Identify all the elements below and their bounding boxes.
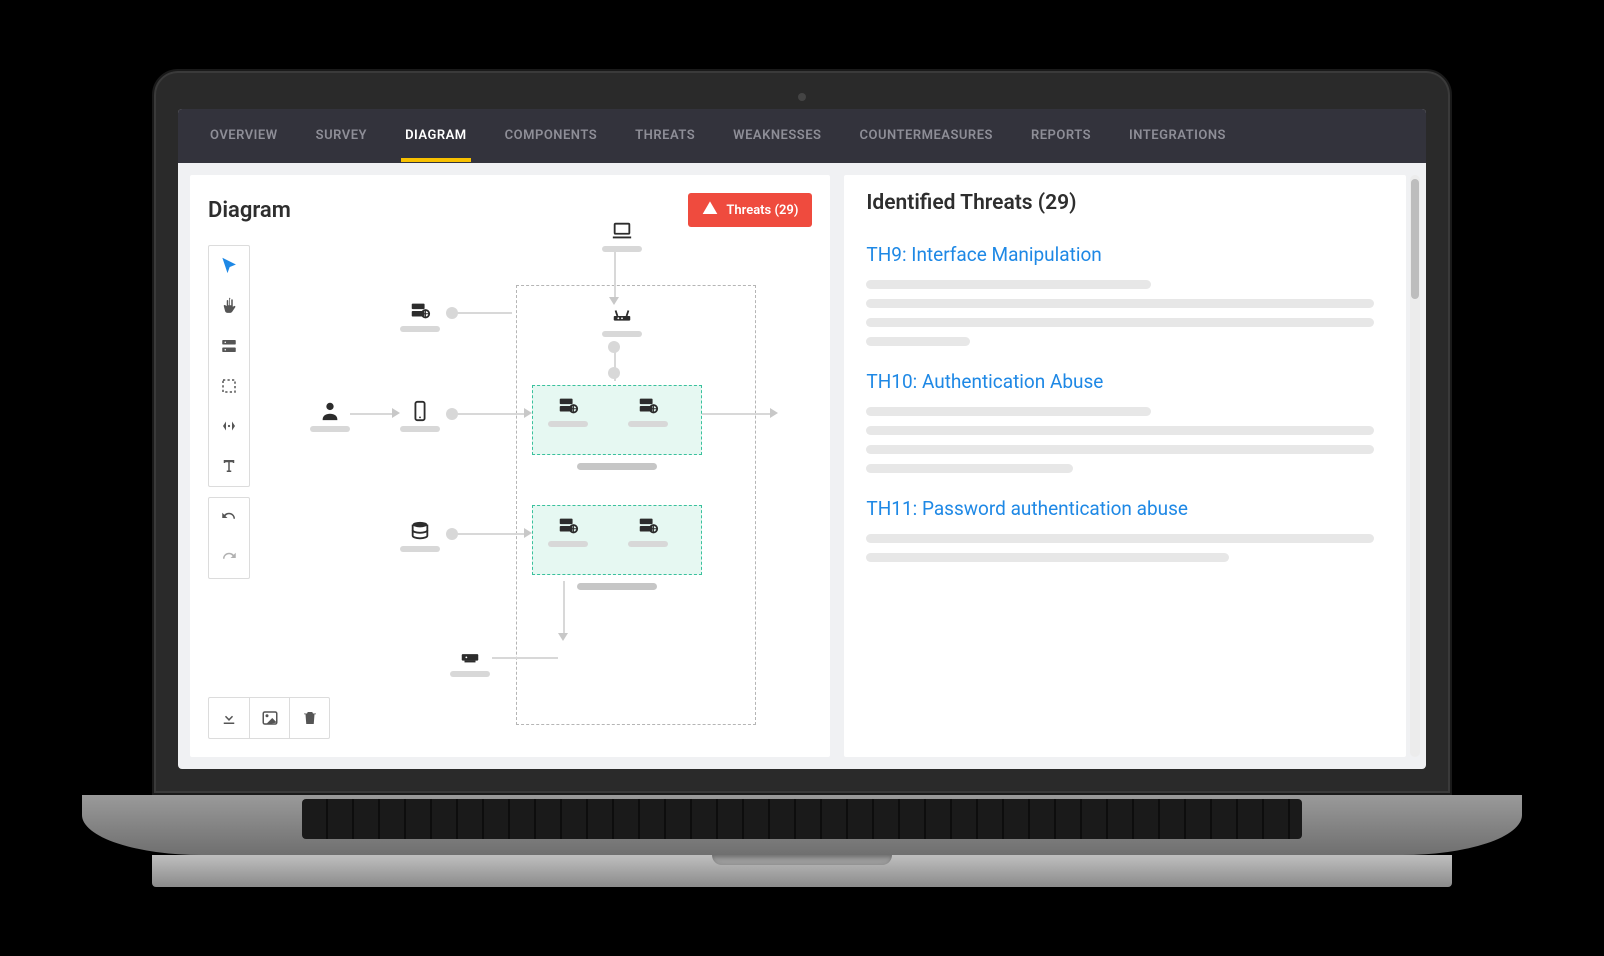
laptop-frame: OVERVIEW SURVEY DIAGRAM COMPONENTS THREA… — [152, 69, 1452, 887]
arrow-icon — [524, 528, 532, 538]
node-router[interactable] — [602, 305, 642, 337]
connector — [492, 657, 558, 659]
node-database[interactable] — [400, 520, 440, 552]
download-button[interactable] — [209, 698, 249, 738]
camera-dot — [798, 93, 806, 101]
trackpad-notch — [712, 855, 892, 865]
tab-diagram[interactable]: DIAGRAM — [401, 110, 471, 162]
canvas-actions — [208, 697, 330, 739]
threat-desc-line — [866, 464, 1073, 473]
threat-link[interactable]: TH10: Authentication Abuse — [866, 370, 1384, 393]
tool-group-history — [208, 497, 250, 579]
node-mobile[interactable] — [400, 400, 440, 432]
arrow-icon — [770, 408, 778, 418]
threats-panel: Identified Threats (29) TH9: Interface M… — [844, 175, 1406, 757]
threats-panel-title: Identified Threats (29) — [866, 191, 1384, 215]
undo-tool[interactable] — [209, 498, 249, 538]
threat-desc-line — [866, 426, 1373, 435]
diagram-canvas[interactable] — [270, 245, 812, 687]
delete-button[interactable] — [289, 698, 329, 738]
connector — [350, 413, 394, 415]
content-row: Diagram Threats (29) — [178, 163, 1426, 769]
scrollbar-thumb[interactable] — [1411, 179, 1419, 299]
toolbox — [208, 245, 250, 579]
component-tool[interactable] — [209, 326, 249, 366]
pointer-tool[interactable] — [209, 246, 249, 286]
connector — [563, 581, 565, 635]
tool-group-main — [208, 245, 250, 487]
screen-bezel: OVERVIEW SURVEY DIAGRAM COMPONENTS THREA… — [152, 69, 1452, 795]
node-webserver-b2[interactable] — [628, 515, 668, 547]
connector — [614, 251, 616, 299]
tab-reports[interactable]: REPORTS — [1027, 110, 1095, 162]
diagram-title: Diagram — [208, 198, 291, 223]
threat-link[interactable]: TH9: Interface Manipulation — [866, 243, 1384, 266]
threats-button-label: Threats (29) — [726, 203, 798, 218]
threat-item: TH11: Password authentication abuse — [866, 497, 1384, 562]
node-storage[interactable] — [450, 645, 490, 677]
threat-desc-line — [866, 407, 1151, 416]
app-screen: OVERVIEW SURVEY DIAGRAM COMPONENTS THREA… — [178, 109, 1426, 769]
tab-components[interactable]: COMPONENTS — [501, 110, 602, 162]
threat-link[interactable]: TH11: Password authentication abuse — [866, 497, 1384, 520]
laptop-base — [152, 855, 1452, 887]
connector — [456, 533, 526, 535]
threat-desc-line — [866, 445, 1373, 454]
tab-survey[interactable]: SURVEY — [312, 110, 371, 162]
arrow-icon — [524, 408, 532, 418]
threat-desc-line — [866, 534, 1373, 543]
threat-desc-line — [866, 337, 970, 346]
arrow-icon — [609, 297, 619, 305]
zone-b-label — [577, 583, 657, 590]
marquee-tool[interactable] — [209, 366, 249, 406]
expand-tool[interactable] — [209, 406, 249, 446]
tab-countermeasures[interactable]: COUNTERMEASURES — [855, 110, 996, 162]
top-nav: OVERVIEW SURVEY DIAGRAM COMPONENTS THREA… — [178, 109, 1426, 163]
connector — [456, 413, 526, 415]
threat-desc-line — [866, 280, 1151, 289]
tab-weaknesses[interactable]: WEAKNESSES — [729, 110, 825, 162]
threats-button[interactable]: Threats (29) — [688, 193, 812, 227]
redo-tool[interactable] — [209, 538, 249, 578]
right-wrap: Identified Threats (29) TH9: Interface M… — [844, 175, 1420, 757]
image-button[interactable] — [249, 698, 289, 738]
tab-overview[interactable]: OVERVIEW — [206, 110, 282, 162]
connector-dot — [608, 367, 620, 379]
threat-item: TH10: Authentication Abuse — [866, 370, 1384, 473]
node-laptop[interactable] — [602, 220, 642, 252]
pan-tool[interactable] — [209, 286, 249, 326]
connector — [702, 413, 772, 415]
threat-desc-line — [866, 553, 1228, 562]
diagram-header: Diagram Threats (29) — [208, 193, 812, 227]
node-user[interactable] — [310, 400, 350, 432]
zone-a-label — [577, 463, 657, 470]
node-webserver-a1[interactable] — [548, 395, 588, 427]
threat-item: TH9: Interface Manipulation — [866, 243, 1384, 346]
scrollbar[interactable] — [1410, 175, 1420, 757]
threat-desc-line — [866, 318, 1373, 327]
node-webserver-a2[interactable] — [628, 395, 668, 427]
threat-desc-line — [866, 299, 1373, 308]
tab-threats[interactable]: THREATS — [631, 110, 699, 162]
text-tool[interactable] — [209, 446, 249, 486]
keyboard — [82, 795, 1522, 855]
keyboard-keys — [302, 799, 1302, 839]
connector — [456, 312, 512, 314]
arrow-icon — [392, 408, 400, 418]
arrow-icon — [558, 633, 568, 641]
warning-icon — [702, 200, 718, 220]
tab-integrations[interactable]: INTEGRATIONS — [1125, 110, 1230, 162]
diagram-panel: Diagram Threats (29) — [190, 175, 830, 757]
node-server-top[interactable] — [400, 300, 440, 332]
node-webserver-b1[interactable] — [548, 515, 588, 547]
